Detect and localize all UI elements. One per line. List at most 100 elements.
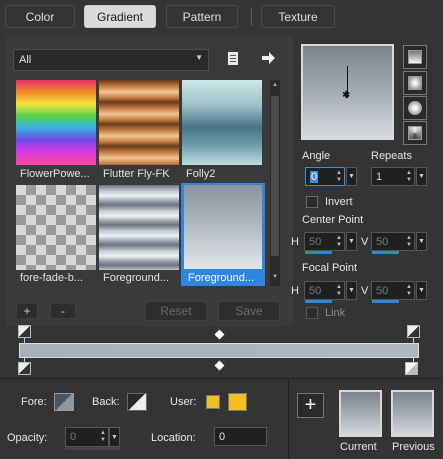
spin-down-icon: ▼ — [336, 241, 342, 248]
fore-swatch[interactable] — [54, 393, 74, 411]
gradient-label-folly2: Folly2 — [186, 168, 216, 180]
user-label: User: — [170, 396, 197, 408]
previous-gradient-swatch[interactable] — [391, 390, 434, 437]
center-h-value: 50 — [309, 235, 322, 248]
current-gradient-swatch[interactable] — [339, 390, 382, 437]
location-value: 0 — [219, 430, 226, 443]
library-file-icon[interactable] — [226, 51, 240, 67]
gradient-thumb-fore-fade[interactable] — [16, 185, 96, 270]
radial-style-icon — [408, 101, 422, 115]
spin-down-icon: ▼ — [406, 290, 412, 297]
gradient-label-foreground-2: Foreground... — [188, 272, 255, 284]
focal-h-dropdown[interactable]: ▼ — [346, 281, 357, 300]
scroll-down-icon[interactable]: ▼ — [271, 274, 279, 280]
focal-h-spinner[interactable]: ▲ ▼ — [334, 282, 344, 299]
gradient-thumb-flowerpower[interactable] — [16, 80, 96, 165]
color-stop-left[interactable] — [18, 362, 31, 375]
spin-up-icon: ▲ — [406, 169, 412, 176]
chevron-down-icon: ▼ — [418, 238, 425, 245]
repeats-dropdown-button[interactable]: ▼ — [416, 167, 427, 186]
library-scrollbar[interactable]: ▲ ▼ — [270, 80, 280, 286]
back-label: Back: — [92, 396, 120, 408]
focal-v-dropdown[interactable]: ▼ — [416, 281, 427, 300]
location-input[interactable]: 0 — [214, 427, 267, 446]
opacity-dropdown[interactable]: ▼ — [109, 427, 120, 447]
opacity-input[interactable]: 0 ▲ ▼ — [65, 427, 109, 447]
add-to-library-label: + — [304, 394, 317, 416]
gradient-thumb-flutter-fly[interactable] — [99, 80, 179, 165]
scroll-up-icon[interactable]: ▲ — [271, 82, 279, 88]
category-dropdown-value: All — [19, 54, 32, 66]
focal-h-input[interactable]: 50 ▲ ▼ — [304, 281, 345, 300]
back-swatch[interactable] — [127, 393, 147, 411]
opacity-stop-right[interactable] — [407, 325, 420, 338]
style-rectangular-button[interactable] — [403, 71, 427, 95]
invert-checkbox[interactable] — [306, 196, 318, 208]
tab-texture[interactable]: Texture — [261, 5, 335, 28]
angle-spinner[interactable]: ▲ ▼ — [334, 168, 344, 185]
angle-value: 0 — [310, 170, 319, 183]
chevron-down-icon: ▼ — [195, 53, 203, 62]
focal-point-marker[interactable]: ✱ — [342, 90, 350, 101]
reset-button[interactable]: Reset — [145, 301, 207, 321]
gradient-label-flowerpower: FlowerPowe... — [20, 168, 90, 180]
center-h-dropdown[interactable]: ▼ — [346, 232, 357, 251]
focal-h-slider[interactable] — [305, 300, 332, 303]
user-swatch-small[interactable] — [206, 395, 220, 409]
gradient-bar[interactable] — [19, 343, 419, 358]
save-button[interactable]: Save — [218, 301, 280, 321]
opacity-stop-left[interactable] — [18, 325, 31, 338]
style-linear-button[interactable] — [403, 45, 427, 69]
spin-up-icon: ▲ — [336, 169, 342, 176]
center-v-spinner[interactable]: ▲ ▼ — [404, 233, 414, 250]
tab-color[interactable]: Color — [5, 5, 75, 28]
gradient-thumb-foreground-2[interactable] — [184, 185, 262, 269]
repeats-value: 1 — [376, 170, 383, 183]
style-sunburst-button[interactable] — [403, 121, 427, 145]
link-label: Link — [325, 307, 346, 319]
center-v-dropdown[interactable]: ▼ — [416, 232, 427, 251]
gradient-label-foreground-1: Foreground... — [103, 272, 170, 284]
tab-gradient[interactable]: Gradient — [84, 5, 156, 28]
remove-gradient-button[interactable]: - — [50, 303, 76, 319]
center-h-input[interactable]: 50 ▲ ▼ — [304, 232, 345, 251]
angle-input[interactable]: 0 ▲ ▼ — [305, 167, 345, 186]
add-to-library-button[interactable]: + — [297, 393, 324, 418]
focal-v-input[interactable]: 50 ▲ ▼ — [371, 281, 415, 300]
previous-label: Previous — [392, 441, 435, 453]
repeats-input[interactable]: 1 ▲ ▼ — [371, 167, 415, 186]
gradient-thumb-folly2[interactable] — [182, 80, 262, 165]
user-swatch[interactable] — [228, 393, 247, 411]
focal-v-slider[interactable] — [372, 300, 399, 303]
center-v-slider[interactable] — [372, 251, 399, 254]
color-midpoint-marker[interactable] — [214, 360, 225, 371]
focal-v-spinner[interactable]: ▲ ▼ — [404, 282, 414, 299]
opacity-midpoint-marker[interactable] — [214, 329, 225, 340]
scrollbar-thumb[interactable] — [271, 96, 279, 256]
center-h-spinner[interactable]: ▲ ▼ — [334, 233, 344, 250]
center-h-slider[interactable] — [305, 251, 332, 254]
angle-dropdown-button[interactable]: ▼ — [346, 167, 357, 186]
add-gradient-button[interactable]: + — [16, 303, 38, 319]
style-radial-button[interactable] — [403, 96, 427, 120]
repeats-spinner[interactable]: ▲ ▼ — [404, 168, 414, 185]
tab-divider — [251, 8, 252, 26]
opacity-spinner[interactable]: ▲ ▼ — [98, 428, 108, 446]
spin-down-icon: ▼ — [406, 176, 412, 183]
arrow-right-icon[interactable] — [260, 50, 276, 66]
center-v-input[interactable]: 50 ▲ ▼ — [371, 232, 415, 251]
category-dropdown[interactable]: All ▼ — [13, 49, 209, 71]
link-checkbox[interactable] — [306, 307, 318, 319]
fore-label: Fore: — [21, 396, 47, 408]
remove-gradient-label: - — [61, 304, 65, 318]
tab-pattern[interactable]: Pattern — [166, 5, 238, 28]
opacity-slider[interactable] — [65, 447, 120, 450]
gradient-thumb-foreground-1[interactable] — [99, 185, 179, 270]
gradient-label-fore-fade: fore-fade-b... — [20, 272, 83, 284]
gradient-preview[interactable]: ✱ — [301, 44, 394, 140]
center-v-value: 50 — [376, 235, 389, 248]
color-stop-right[interactable] — [405, 362, 418, 375]
spin-up-icon: ▲ — [406, 234, 412, 241]
focal-h-value: 50 — [309, 284, 322, 297]
tab-gradient-label: Gradient — [96, 9, 144, 24]
